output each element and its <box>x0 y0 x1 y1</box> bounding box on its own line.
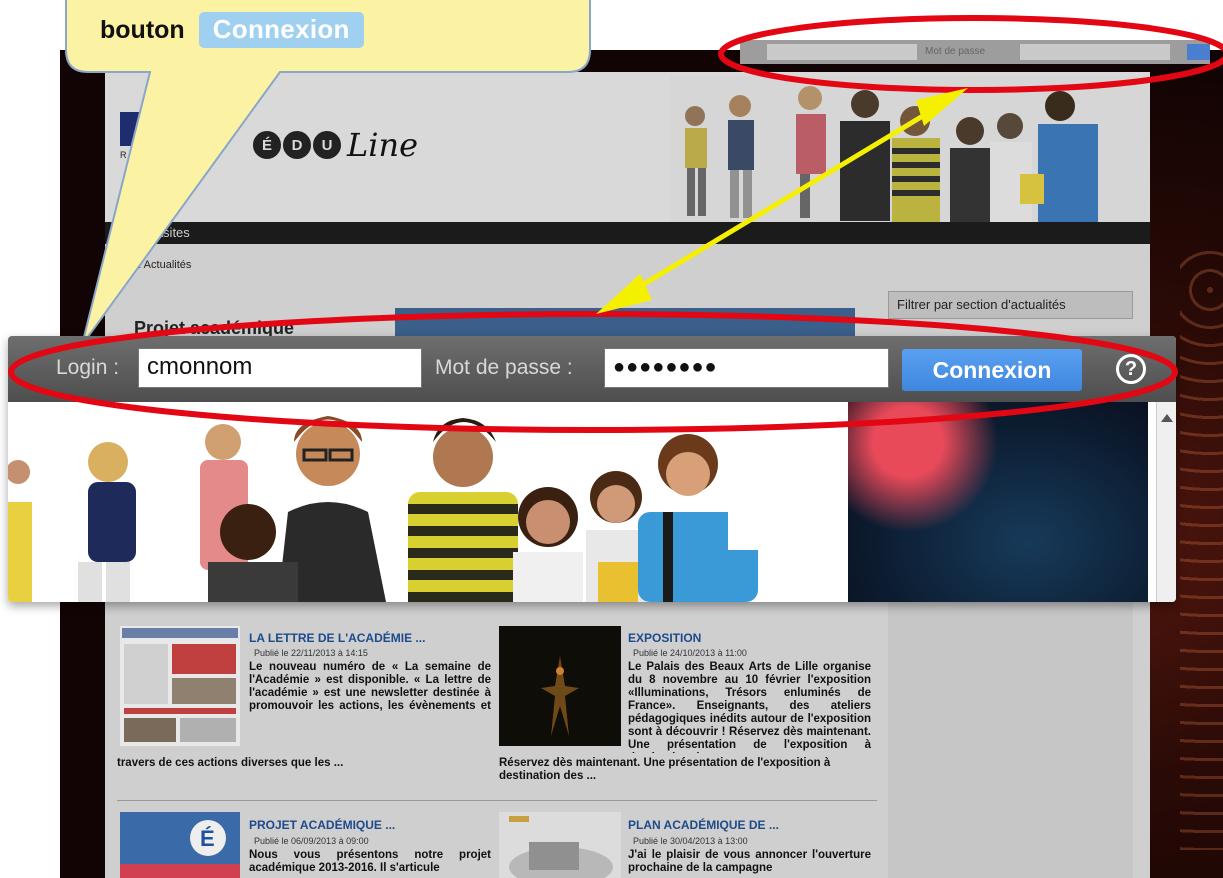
login-label: Login : <box>56 356 120 379</box>
news-date: Publié le 06/09/2013 à 09:00 <box>254 836 369 846</box>
password-input[interactable]: ●●●●●●●● <box>604 348 889 388</box>
scroll-up-arrow-icon[interactable] <box>1161 414 1173 422</box>
news-thumbnail[interactable]: É <box>120 812 240 878</box>
password-label: Mot de passe : <box>435 356 573 379</box>
news-title[interactable]: PROJET ACADÉMIQUE ... <box>249 818 395 832</box>
scrollbar[interactable] <box>1156 402 1176 602</box>
news-date: Publié le 30/04/2013 à 13:00 <box>633 836 748 846</box>
mini-password-placeholder: Mot de passe <box>925 46 986 57</box>
news-filter-header: Filtrer par section d'actualités <box>888 291 1133 319</box>
mini-connect-button[interactable] <box>1187 44 1210 60</box>
callout-text: bouton Connexion <box>100 12 364 48</box>
news-excerpt-text: Nous vous présentons notre projet académ… <box>249 849 491 874</box>
header-children-photo <box>670 76 1150 222</box>
right-sidebar <box>888 600 1133 878</box>
callout-button-chip: Connexion <box>198 12 364 48</box>
news-thumbnail[interactable] <box>499 812 621 878</box>
news-excerpt: Le Palais des Beaux Arts de Lille organi… <box>628 661 871 753</box>
news-date: Publié le 24/10/2013 à 11:00 <box>633 648 747 658</box>
svg-text:É: É <box>200 826 215 851</box>
news-excerpt-text: Le nouveau numéro de « La semaine de l'A… <box>249 661 491 712</box>
help-icon[interactable]: ? <box>1116 354 1146 384</box>
news-excerpt: Le nouveau numéro de « La semaine de l'A… <box>249 661 491 713</box>
children-banner-photo <box>8 402 848 602</box>
news-title[interactable]: EXPOSITION <box>628 631 701 645</box>
mini-login-bar: Mot de passe <box>740 40 1210 64</box>
news-title[interactable]: PLAN ACADÉMIQUE DE ... <box>628 818 779 832</box>
callout-word: bouton <box>100 15 185 44</box>
callout-bubble <box>65 0 591 346</box>
news-divider <box>117 800 877 801</box>
news-title[interactable]: LA LETTRE DE L'ACADÉMIE ... <box>249 631 425 645</box>
news-thumbnail[interactable] <box>499 626 621 746</box>
news-excerpt-text: Le Palais des Beaux Arts de Lille organi… <box>628 661 871 753</box>
news-excerpt: J'ai le plaisir de vous annoncer l'ouver… <box>628 849 871 878</box>
login-input[interactable]: cmonnom <box>138 348 422 388</box>
news-date: Publié le 22/11/2013 à 14:15 <box>254 648 368 658</box>
news-excerpt-tail: travers de ces actions diverses que les … <box>117 757 344 769</box>
news-excerpt-text: J'ai le plaisir de vous annoncer l'ouver… <box>628 849 871 874</box>
news-excerpt-tail: Réservez dès maintenant. Une présentatio… <box>499 757 831 782</box>
login-bar: Login : cmonnom Mot de passe : ●●●●●●●● … <box>8 336 1176 402</box>
news-excerpt: Nous vous présentons notre projet académ… <box>249 849 491 878</box>
mini-password-input[interactable] <box>1020 44 1170 60</box>
connexion-button[interactable]: Connexion <box>902 349 1082 391</box>
dark-background-area <box>848 402 1148 602</box>
news-thumbnail[interactable] <box>120 626 240 746</box>
mini-login-input[interactable] <box>767 44 917 60</box>
zoomed-login-panel: Login : cmonnom Mot de passe : ●●●●●●●● … <box>8 336 1176 602</box>
